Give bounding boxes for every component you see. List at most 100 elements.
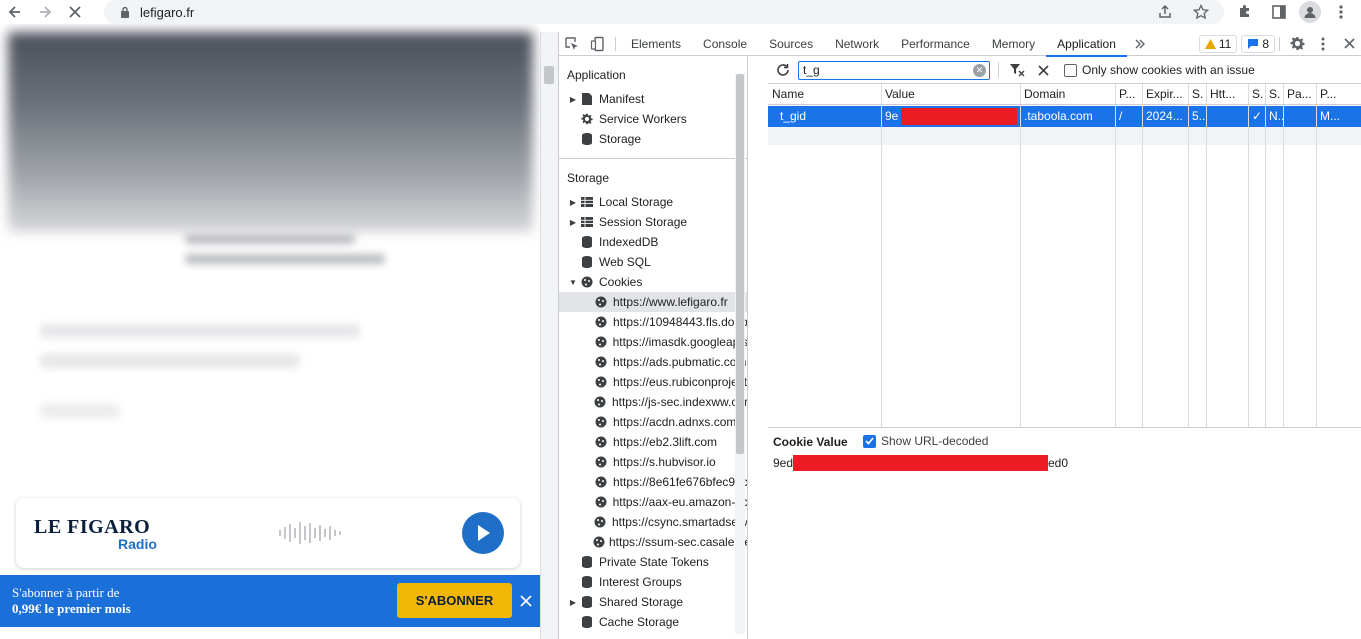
cookie-origin-item[interactable]: https://csync.smartadserv xyxy=(559,512,747,532)
cookie-filter-input[interactable]: t_g ✕ xyxy=(798,61,990,80)
hero-image-blurred xyxy=(8,32,533,232)
column-divider[interactable] xyxy=(1020,84,1021,427)
column-divider[interactable] xyxy=(1283,84,1284,427)
column-divider[interactable] xyxy=(1248,84,1249,427)
cookie-origin-item[interactable]: https://10948443.fls.doub xyxy=(559,312,747,332)
page-scrollbar[interactable] xyxy=(540,32,558,639)
only-issues-checkbox[interactable]: Only show cookies with an issue xyxy=(1064,63,1255,77)
cookie-origin-item[interactable]: https://8e61fe676bfec95c xyxy=(559,472,747,492)
cookies-table: Name t_gid Value 9e Domain .taboola.com P... / E… xyxy=(768,84,1361,427)
sidebar-item-cache-storage[interactable]: Cache Storage xyxy=(559,612,747,632)
kebab-menu-icon[interactable] xyxy=(1327,0,1355,24)
messages-badge[interactable]: 8 xyxy=(1241,34,1275,53)
checkbox-unchecked[interactable] xyxy=(1064,63,1077,77)
subscribe-line-2: 0,99€ le premier mois xyxy=(12,601,131,616)
column-header[interactable]: P... xyxy=(1115,84,1142,105)
url-text: lefigaro.fr xyxy=(140,4,195,20)
play-button[interactable] xyxy=(462,512,504,554)
sidebar-item-indexeddb[interactable]: IndexedDB xyxy=(559,232,747,252)
tab-network[interactable]: Network xyxy=(824,32,890,56)
column-header[interactable]: Domain xyxy=(1020,84,1115,105)
stop-loading-icon[interactable] xyxy=(60,0,90,24)
cookie-origin-item[interactable]: https://imasdk.googleapis xyxy=(559,332,747,352)
profile-avatar-icon[interactable] xyxy=(1299,1,1321,23)
sidebar-item-cookies[interactable]: ▼ Cookies xyxy=(559,272,747,292)
show-url-decoded-checkbox[interactable]: Show URL-decoded xyxy=(863,434,988,448)
delete-selected-icon[interactable] xyxy=(1030,58,1056,82)
scrollbar-thumb[interactable] xyxy=(544,66,554,84)
expand-arrow-icon[interactable]: ▶ xyxy=(567,95,579,104)
column-header[interactable]: Pa... xyxy=(1283,84,1316,105)
clear-filter-icon[interactable]: ✕ xyxy=(973,64,986,77)
sidebar-item-storage-overview[interactable]: Storage xyxy=(559,129,747,149)
column-header[interactable]: Value xyxy=(881,84,1020,105)
inspect-element-icon[interactable] xyxy=(559,32,585,56)
sidebar-item-session-storage[interactable]: ▶ Session Storage xyxy=(559,212,747,232)
column-divider[interactable] xyxy=(1142,84,1143,427)
refresh-icon[interactable] xyxy=(770,58,796,82)
column-divider[interactable] xyxy=(1206,84,1207,427)
cookie-origin-item[interactable]: https://js-sec.indexww.cor xyxy=(559,392,747,412)
checkbox-checked-icon[interactable] xyxy=(863,434,876,448)
side-panel-icon[interactable] xyxy=(1265,0,1293,24)
column-header[interactable]: P... xyxy=(1316,84,1361,105)
share-icon[interactable] xyxy=(1151,0,1179,24)
scrollbar-thumb[interactable] xyxy=(736,74,744,454)
tab-console[interactable]: Console xyxy=(692,32,758,56)
tab-application[interactable]: Application xyxy=(1046,32,1127,57)
sidebar-item-web-sql[interactable]: Web SQL xyxy=(559,252,747,272)
tab-performance[interactable]: Performance xyxy=(890,32,981,56)
tab-sources[interactable]: Sources xyxy=(758,32,824,56)
cookie-origin-item[interactable]: https://acdn.adnxs.com xyxy=(559,412,747,432)
expand-arrow-icon[interactable]: ▶ xyxy=(567,218,579,227)
sidebar-item-local-storage[interactable]: ▶ Local Storage xyxy=(559,192,747,212)
blurred-caption-line xyxy=(185,234,355,244)
tab-memory[interactable]: Memory xyxy=(981,32,1046,56)
settings-gear-icon[interactable] xyxy=(1284,32,1310,56)
column-divider[interactable] xyxy=(881,84,882,427)
cookie-origin-item[interactable]: https://aax-eu.amazon-ac xyxy=(559,492,747,512)
cookie-value-suffix: ed0 xyxy=(1048,456,1069,470)
tab-elements[interactable]: Elements xyxy=(620,32,692,56)
cookie-origin-item[interactable]: https://eb2.3lift.com xyxy=(559,432,747,452)
expand-arrow-icon[interactable]: ▶ xyxy=(567,598,579,607)
cookie-origin-item[interactable]: https://www.lefigaro.fr xyxy=(559,292,747,312)
sidebar-item-interest-groups[interactable]: Interest Groups xyxy=(559,572,747,592)
column-divider[interactable] xyxy=(1316,84,1317,427)
column-header[interactable]: Htt... xyxy=(1206,84,1248,105)
cookie-origin-item[interactable]: https://ads.pubmatic.com xyxy=(559,352,747,372)
cookie-origin-item[interactable]: https://s.hubvisor.io xyxy=(559,452,747,472)
extensions-icon[interactable] xyxy=(1231,0,1259,24)
sidebar-item-manifest[interactable]: ▶ Manifest xyxy=(559,89,747,109)
column-header[interactable]: S. xyxy=(1248,84,1265,105)
column-header[interactable]: S. xyxy=(1265,84,1283,105)
column-header[interactable]: Name xyxy=(768,84,881,105)
sidebar-item-service-workers[interactable]: Service Workers xyxy=(559,109,747,129)
column-divider[interactable] xyxy=(1115,84,1116,427)
warnings-badge[interactable]: 11 xyxy=(1198,34,1238,53)
bookmark-star-icon[interactable] xyxy=(1187,0,1215,24)
clear-filtered-cookies-icon[interactable] xyxy=(1004,58,1030,82)
close-devtools-icon[interactable] xyxy=(1336,32,1361,56)
expand-arrow-icon[interactable]: ▶ xyxy=(567,198,579,207)
sidebar-item-private-state-tokens[interactable]: Private State Tokens xyxy=(559,552,747,572)
sidebar-scrollbar[interactable] xyxy=(735,74,745,634)
forward-arrow-icon[interactable] xyxy=(30,0,60,24)
address-bar[interactable]: lefigaro.fr xyxy=(104,0,1224,24)
collapse-arrow-icon[interactable]: ▼ xyxy=(567,278,579,287)
cookie-origin-item[interactable]: https://ssum-sec.casaleme xyxy=(559,532,747,552)
devtools-menu-icon[interactable] xyxy=(1310,32,1336,56)
cookie-origin-item[interactable]: https://eus.rubiconproject xyxy=(559,372,747,392)
column-header[interactable]: S. xyxy=(1188,84,1206,105)
sidebar-item-shared-storage[interactable]: ▶ Shared Storage xyxy=(559,592,747,612)
device-toolbar-icon[interactable] xyxy=(585,32,611,56)
close-icon[interactable] xyxy=(516,591,536,611)
subscribe-button[interactable]: S'ABONNER xyxy=(397,583,512,618)
message-icon xyxy=(1248,39,1259,49)
column-header[interactable]: Expir... xyxy=(1142,84,1188,105)
column-divider[interactable] xyxy=(1188,84,1189,427)
column-divider[interactable] xyxy=(1265,84,1266,427)
sidebar-item-label: Shared Storage xyxy=(599,595,684,609)
more-tabs-chevron-icon[interactable] xyxy=(1127,32,1153,56)
back-arrow-icon[interactable] xyxy=(0,0,30,24)
